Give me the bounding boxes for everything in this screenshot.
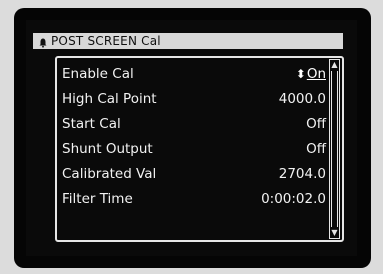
settings-list: Enable Cal ⬍On High Cal Point 4000.0 Sta… <box>55 56 344 242</box>
row-label: Enable Cal <box>62 66 134 82</box>
title-bar: POST SCREEN Cal <box>33 33 343 49</box>
row-value: 0:00:02.0 <box>261 191 326 207</box>
row-high-cal-point[interactable]: High Cal Point 4000.0 <box>62 88 326 110</box>
scroll-thumb[interactable] <box>331 71 338 227</box>
row-start-cal[interactable]: Start Cal Off <box>62 113 326 135</box>
row-calibrated-val[interactable]: Calibrated Val 2704.0 <box>62 163 326 185</box>
row-value[interactable]: ⬍On <box>296 66 326 82</box>
scrollbar[interactable]: ▲ ▼ <box>329 59 340 239</box>
screen-title: POST SCREEN Cal <box>51 34 161 48</box>
scroll-up-arrow-icon[interactable]: ▲ <box>330 60 339 70</box>
row-value: Off <box>306 141 326 157</box>
row-filter-time[interactable]: Filter Time 0:00:02.0 <box>62 188 326 210</box>
row-value: 4000.0 <box>278 91 326 107</box>
row-enable-cal[interactable]: Enable Cal ⬍On <box>62 63 326 85</box>
row-label: Calibrated Val <box>62 166 157 182</box>
row-label: High Cal Point <box>62 91 157 107</box>
row-label: Filter Time <box>62 191 133 207</box>
row-value: Off <box>306 116 326 132</box>
bell-icon <box>39 36 47 48</box>
row-label: Start Cal <box>62 116 121 132</box>
row-value: 2704.0 <box>278 166 326 182</box>
up-down-arrow-icon: ⬍ <box>295 67 306 81</box>
row-label: Shunt Output <box>62 141 153 157</box>
scroll-down-arrow-icon[interactable]: ▼ <box>330 228 339 238</box>
row-shunt-output[interactable]: Shunt Output Off <box>62 138 326 160</box>
